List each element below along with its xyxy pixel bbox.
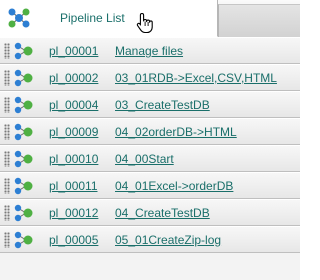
pipeline-node-icon [14, 69, 33, 87]
pipeline-row[interactable]: pl_00004 03_CreateTestDB [0, 91, 300, 118]
pipeline-node-icon [14, 177, 33, 195]
pipeline-row[interactable]: pl_00005 05_01CreateZip-log [0, 226, 300, 253]
hand-pointer-icon [136, 12, 153, 34]
pipeline-network-icon [8, 8, 30, 28]
drag-grip-icon[interactable] [4, 97, 10, 113]
pipeline-name-link[interactable]: 05_01CreateZip-log [115, 233, 221, 247]
pipeline-id-link[interactable]: pl_00005 [49, 233, 98, 247]
pipeline-id-link[interactable]: pl_00010 [49, 152, 98, 166]
tab-pipeline-list-label: Pipeline List [60, 11, 125, 25]
pipeline-row[interactable]: pl_00001 Manage files [0, 37, 300, 64]
pipeline-name-link[interactable]: 04_01Excel->orderDB [115, 179, 233, 193]
drag-grip-icon[interactable] [4, 43, 10, 59]
pipeline-list: pl_00001 Manage files pl_00002 03_01RDB-… [0, 37, 300, 253]
drag-grip-icon[interactable] [4, 205, 10, 221]
pipeline-name-link[interactable]: 04_02orderDB->HTML [115, 125, 237, 139]
pipeline-id-link[interactable]: pl_00001 [49, 44, 98, 58]
drag-grip-icon[interactable] [4, 70, 10, 86]
drag-grip-icon[interactable] [4, 124, 10, 140]
pipeline-node-icon [14, 150, 33, 168]
pipeline-node-icon [14, 123, 33, 141]
pipeline-id-link[interactable]: pl_00004 [49, 98, 98, 112]
drag-grip-icon[interactable] [4, 232, 10, 248]
pipeline-id-link[interactable]: pl_00009 [49, 125, 98, 139]
pipeline-list-panel: Pipeline List pl_00001 Manage files pl_0… [0, 0, 300, 280]
pipeline-row[interactable]: pl_00011 04_01Excel->orderDB [0, 172, 300, 199]
pipeline-row[interactable]: pl_00012 04_CreateTestDB [0, 199, 300, 226]
pipeline-name-link[interactable]: Manage files [115, 44, 183, 58]
pipeline-name-link[interactable]: 04_00Start [115, 152, 174, 166]
pipeline-id-link[interactable]: pl_00002 [49, 71, 98, 85]
pipeline-name-link[interactable]: 03_CreateTestDB [115, 98, 210, 112]
pipeline-node-icon [14, 96, 33, 114]
pipeline-row[interactable]: pl_00002 03_01RDB->Excel,CSV,HTML [0, 64, 300, 91]
pipeline-name-link[interactable]: 04_CreateTestDB [115, 206, 210, 220]
pipeline-name-link[interactable]: 03_01RDB->Excel,CSV,HTML [115, 71, 277, 85]
tab-strip: Pipeline List [0, 0, 300, 37]
pipeline-node-icon [14, 231, 33, 249]
pipeline-node-icon [14, 42, 33, 60]
pipeline-row[interactable]: pl_00009 04_02orderDB->HTML [0, 118, 300, 145]
tab-strip-empty-area [218, 4, 300, 37]
pipeline-node-icon [14, 204, 33, 222]
pipeline-row[interactable]: pl_00010 04_00Start [0, 145, 300, 172]
tab-pipeline-list[interactable]: Pipeline List [0, 0, 218, 37]
pipeline-id-link[interactable]: pl_00012 [49, 206, 98, 220]
pipeline-id-link[interactable]: pl_00011 [49, 179, 98, 193]
drag-grip-icon[interactable] [4, 178, 10, 194]
drag-grip-icon[interactable] [4, 151, 10, 167]
